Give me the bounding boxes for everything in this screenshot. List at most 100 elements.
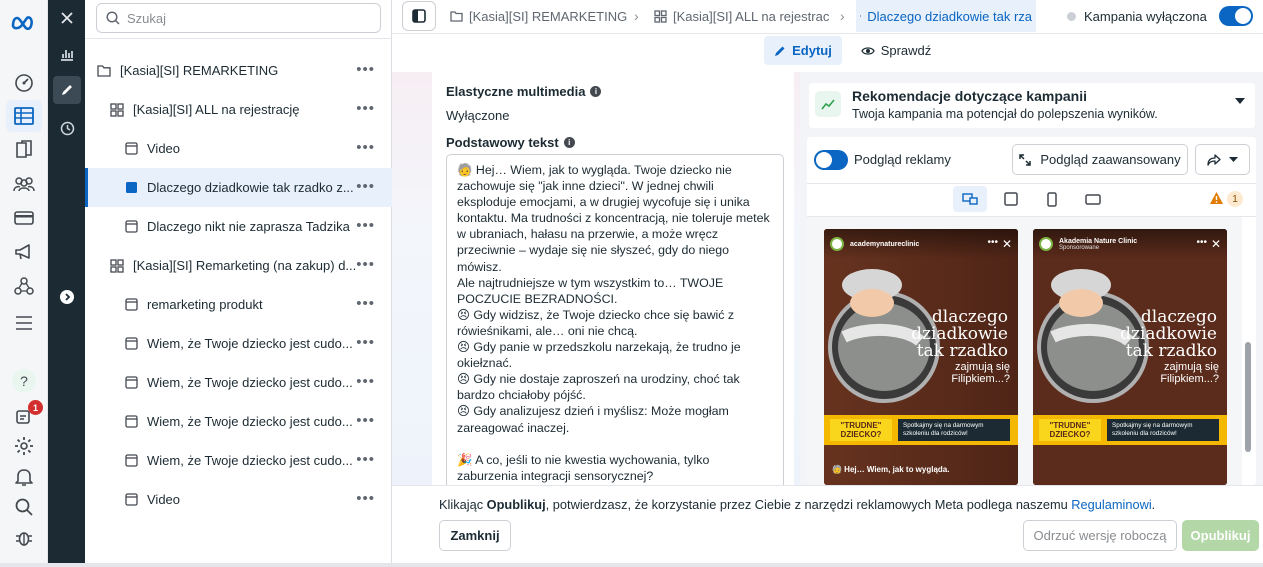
breadcrumb-ad[interactable]: Dlaczego dziadkowie tak rza — [856, 0, 1036, 32]
more-options-icon[interactable]: ••• — [356, 413, 375, 428]
ad-preview-feed[interactable]: Akademia Nature Clinic Sponsorowane ••• ✕… — [1033, 229, 1227, 485]
editor-tool-strip — [48, 0, 85, 567]
format-landscape-button[interactable] — [1076, 186, 1110, 212]
pages-icon[interactable] — [6, 134, 42, 166]
tree-item-campaign[interactable]: [Kasia][SI] REMARKETING ••• — [85, 51, 392, 90]
tree-item-ad[interactable]: remarketing produkt ••• — [85, 285, 392, 324]
more-options-icon[interactable]: ••• — [356, 296, 375, 311]
sidebar-toggle-icon — [412, 9, 426, 23]
ad-icon — [123, 453, 139, 469]
more-options-icon[interactable]: ••• — [356, 491, 375, 506]
more-options-icon[interactable]: ••• — [356, 101, 375, 116]
tree-item-adset[interactable]: [Kasia][SI] ALL na rejestrację ••• — [85, 90, 392, 129]
primary-text-paragraph: 😣 Gdy analizujesz dzień i myślisz: Może … — [457, 404, 729, 435]
billing-icon[interactable] — [6, 202, 42, 234]
primary-text-paragraph: 😣 Gdy widzisz, że Twoje dziecko chce się… — [457, 307, 735, 338]
expand-icon[interactable] — [53, 283, 81, 311]
pencil-icon[interactable] — [53, 76, 81, 104]
ad-note: Spotkajmy się na darmowym szkoleniu dla … — [898, 419, 1010, 441]
tree-item-ad[interactable]: Dlaczego dziadkowie tak rzadko z... ••• — [85, 168, 392, 207]
recommendations-card[interactable]: Rekomendacje dotyczące kampanii Twoja ka… — [809, 83, 1255, 128]
more-options-icon[interactable]: ••• — [356, 257, 375, 272]
more-options-icon[interactable]: ••• — [356, 218, 375, 233]
share-button[interactable] — [1195, 144, 1250, 175]
megaphone-icon[interactable] — [6, 236, 42, 268]
chevron-right-icon: › — [634, 8, 639, 24]
more-options-icon[interactable]: ••• — [356, 452, 375, 467]
tab-review[interactable]: Sprawdź — [856, 36, 936, 65]
warning-icon[interactable] — [1209, 191, 1224, 205]
more-options-icon[interactable]: ••• — [356, 140, 375, 155]
network-icon[interactable] — [6, 270, 42, 302]
chart-icon[interactable] — [53, 40, 81, 68]
ad-preview-story[interactable]: academynatureclinic ••• ✕ dlaczego dziad… — [824, 229, 1018, 485]
more-icon[interactable]: ••• — [987, 237, 998, 248]
settings-icon[interactable] — [6, 430, 42, 462]
breadcrumb-label: Dlaczego dziadkowie tak rza — [867, 8, 1032, 24]
preview-scrollbar[interactable] — [1245, 342, 1251, 452]
more-icon[interactable]: ••• — [1196, 237, 1207, 248]
tree-item-ad[interactable]: Wiem, że Twoje dziecko jest cudo... ••• — [85, 441, 392, 480]
panel-toggle-button[interactable] — [402, 1, 436, 31]
primary-text-field[interactable]: 🧓 Hej… Wiem, jak to wygląda. Twoje dziec… — [446, 154, 784, 494]
info-icon[interactable]: i — [590, 86, 602, 97]
format-all-button[interactable] — [953, 186, 987, 212]
help-icon[interactable]: ? — [6, 365, 42, 397]
search-icon[interactable] — [6, 491, 42, 523]
tab-edit[interactable]: Edytuj — [764, 36, 842, 65]
table-icon[interactable] — [6, 100, 42, 132]
ad-icon — [123, 141, 139, 157]
tree-item-ad[interactable]: Video ••• — [85, 129, 392, 168]
primary-text-paragraph: 🎉 A co, jeśli to nie kwestia wychowania,… — [457, 452, 710, 483]
ad-tag: "TRUDNE" DZIECKO? — [1039, 419, 1101, 441]
tree-item-ad[interactable]: Wiem, że Twoje dziecko jest cudo... ••• — [85, 402, 392, 441]
more-options-icon[interactable]: ••• — [356, 179, 375, 194]
tree-item-adset[interactable]: [Kasia][SI] Remarketing (na zakup) d... •… — [85, 246, 392, 285]
preview-stage: academynatureclinic ••• ✕ dlaczego dziad… — [807, 217, 1242, 485]
close-icon[interactable] — [53, 4, 81, 32]
ad-account-name: Akademia Nature Clinic Sponsorowane — [1059, 237, 1138, 251]
discard-draft-button[interactable]: Odrzuć wersję roboczą — [1023, 520, 1177, 551]
format-mobile-button[interactable] — [1035, 186, 1069, 212]
dashboard-icon[interactable] — [6, 67, 42, 99]
tree-item-label: Video — [147, 492, 181, 507]
tree-item-ad[interactable]: Dlaczego nikt nie zaprasza Tadzika ••• — [85, 207, 392, 246]
ad-headline: dlaczego dziadkowie tak rzadko — [1120, 307, 1217, 361]
tree-item-ad[interactable]: Wiem, że Twoje dziecko jest cudo... ••• — [85, 324, 392, 363]
campaign-tree-panel: [Kasia][SI] REMARKETING•••[Kasia][SI] AL… — [85, 0, 392, 567]
eye-icon — [860, 46, 875, 55]
publish-button[interactable]: Opublikuj — [1182, 520, 1259, 551]
tree-item-ad[interactable]: Wiem, że Twoje dziecko jest cudo... ••• — [85, 363, 392, 402]
tree-item-label: Dlaczego dziadkowie tak rzadko z... — [147, 180, 354, 195]
audiences-icon[interactable] — [6, 168, 42, 200]
status-dot — [1067, 12, 1076, 21]
tree-item-ad[interactable]: Video ••• — [85, 480, 392, 519]
tree-item-label: Video — [147, 141, 181, 156]
ad-preview-toggle[interactable] — [814, 150, 848, 170]
info-icon[interactable]: i — [563, 137, 575, 148]
chevron-down-icon[interactable] — [1235, 98, 1245, 104]
breadcrumb-campaign[interactable]: [Kasia][SI] REMARKETING — [450, 0, 627, 32]
preview-column: Rekomendacje dotyczące kampanii Twoja ka… — [800, 72, 1263, 485]
bug-icon[interactable] — [6, 522, 42, 554]
close-button[interactable]: Zamknij — [439, 520, 511, 551]
search-box[interactable] — [96, 3, 381, 33]
breadcrumb-adset[interactable]: [Kasia][SI] ALL na rejestrac — [654, 0, 829, 32]
campaign-status-toggle[interactable] — [1219, 6, 1253, 26]
menu-icon[interactable] — [6, 307, 42, 339]
warning-count: 1 — [1227, 191, 1243, 207]
more-options-icon[interactable]: ••• — [356, 374, 375, 389]
more-options-icon[interactable]: ••• — [356, 62, 375, 77]
multi-device-icon — [962, 193, 978, 205]
terms-link[interactable]: Regulaminowi — [1071, 497, 1151, 512]
tree-item-label: Wiem, że Twoje dziecko jest cudo... — [147, 375, 353, 390]
meta-logo-icon[interactable] — [6, 6, 42, 38]
bell-icon[interactable] — [6, 461, 42, 493]
search-input[interactable] — [127, 10, 367, 26]
advanced-preview-button[interactable]: Podgląd zaawansowany — [1012, 144, 1188, 175]
clock-icon[interactable] — [53, 114, 81, 142]
close-icon[interactable]: ✕ — [1002, 237, 1012, 251]
close-icon[interactable]: ✕ — [1211, 237, 1221, 251]
format-feed-button[interactable] — [994, 186, 1028, 212]
more-options-icon[interactable]: ••• — [356, 335, 375, 350]
